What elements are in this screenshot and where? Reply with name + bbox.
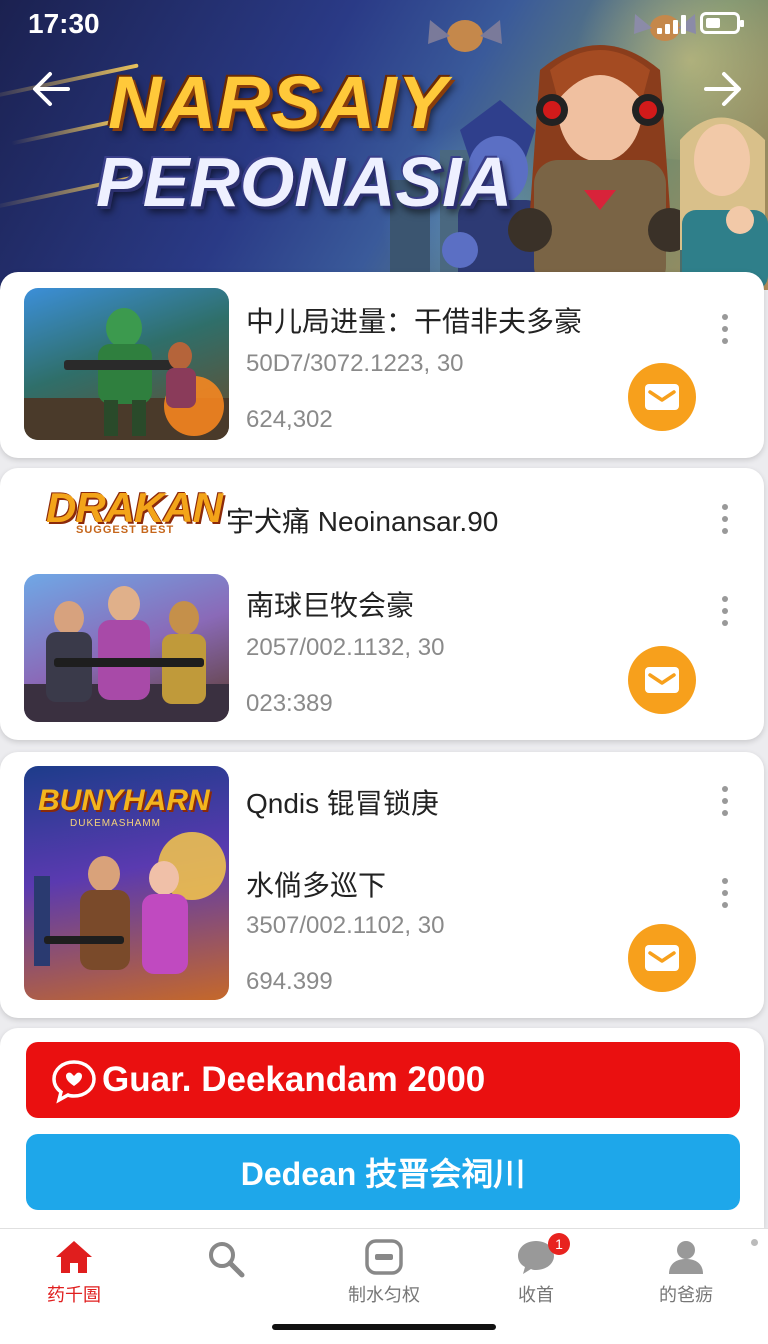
tab-search[interactable] xyxy=(166,1239,286,1285)
more-options-icon[interactable] xyxy=(722,878,730,908)
primary-red-button-label: Guar. Deekandam 2000 xyxy=(102,1060,486,1099)
card-2-count: 023:389 xyxy=(246,690,333,717)
card-2-title[interactable]: 南球巨牧会豪 xyxy=(246,584,414,624)
envelope-icon xyxy=(645,945,679,971)
primary-red-button[interactable]: Guar. Deekandam 2000 xyxy=(26,1042,740,1118)
tab-messages-label: 收首 xyxy=(518,1285,554,1305)
more-options-icon[interactable] xyxy=(722,786,730,816)
status-icons xyxy=(657,12,744,34)
tab-manage[interactable]: 制水匀权 xyxy=(324,1239,444,1307)
more-options-icon[interactable] xyxy=(722,596,730,626)
envelope-icon xyxy=(645,667,679,693)
forward-arrow-icon[interactable] xyxy=(700,66,746,112)
status-time: 17:30 xyxy=(28,8,100,39)
tab-manage-label: 制水匀权 xyxy=(348,1285,420,1305)
card-3-count: 694.399 xyxy=(246,968,333,995)
bunyharn-logo: BUNYHARN xyxy=(38,784,210,817)
game-card-2[interactable]: DRAKAN SUGGEST BEST 宇犬痛 Neoinansar.90 南球… xyxy=(0,468,764,740)
mail-button[interactable] xyxy=(628,363,696,431)
person-icon xyxy=(669,1241,703,1274)
card-1-title[interactable]: 中儿局进量：干借非夫多豪 xyxy=(246,300,582,340)
game-thumbnail-2[interactable] xyxy=(24,574,229,722)
banner-title-line1: NARSAIY xyxy=(108,61,449,144)
more-options-icon[interactable] xyxy=(722,314,730,344)
soldier-art xyxy=(24,308,229,440)
chat-heart-icon xyxy=(52,1060,96,1104)
card-2-meta: 2057/002.1132, 30 xyxy=(246,634,445,661)
secondary-blue-button[interactable]: Dedean 技晋会祠川 xyxy=(26,1134,740,1210)
card-1-count: 624,302 xyxy=(246,406,333,433)
blonde-character-art xyxy=(680,117,768,290)
home-icon xyxy=(56,1241,92,1273)
battery-icon xyxy=(700,12,744,34)
game-card-1[interactable]: 中儿局进量：干借非夫多豪 50D7/3072.1223, 30 624,302 xyxy=(0,272,764,458)
game-card-3[interactable]: BUNYHARN DUKEMASHAMM Qndis 锟冒锁庚 水倘多巡下 35… xyxy=(0,752,764,1018)
tab-messages[interactable]: 1 收首 xyxy=(476,1233,596,1307)
notification-badge: 1 xyxy=(548,1233,570,1255)
game-thumbnail-3[interactable]: BUNYHARN DUKEMASHAMM xyxy=(24,766,229,1000)
card-3-meta: 3507/002.1102, 30 xyxy=(246,912,445,939)
card-2-header-title[interactable]: 宇犬痛 Neoinansar.90 xyxy=(226,500,498,540)
drakan-logo-sub: SUGGEST BEST xyxy=(76,524,175,536)
tab-home-label: 药千圄 xyxy=(47,1285,101,1305)
hero-banner[interactable]: 17:30 NARSAIY PERONASIA xyxy=(0,0,768,290)
back-arrow-icon[interactable] xyxy=(28,66,74,112)
mail-button[interactable] xyxy=(628,924,696,992)
card-3-subtitle[interactable]: 水倘多巡下 xyxy=(246,864,386,904)
squad-art xyxy=(24,586,229,722)
more-options-icon[interactable] xyxy=(722,504,730,534)
tab-home[interactable]: 药千圄 xyxy=(14,1239,134,1307)
banner-title-line2: PERONASIA xyxy=(96,143,513,221)
signal-icon xyxy=(657,14,686,34)
minus-box-icon xyxy=(365,1239,403,1275)
tab-profile-label: 的爸疬 xyxy=(659,1285,713,1305)
card-3-title[interactable]: Qndis 锟冒锁庚 xyxy=(246,782,439,822)
game-thumbnail-1[interactable] xyxy=(24,288,229,440)
card-1-meta: 50D7/3072.1223, 30 xyxy=(246,350,464,377)
home-indicator xyxy=(272,1324,496,1330)
envelope-icon xyxy=(645,384,679,410)
secondary-blue-button-label: Dedean 技晋会祠川 xyxy=(240,1156,526,1192)
bunyharn-logo-sub: DUKEMASHAMM xyxy=(70,818,162,829)
dot-indicator xyxy=(751,1239,758,1246)
tab-profile[interactable]: 的爸疬 xyxy=(626,1239,746,1307)
search-icon xyxy=(209,1242,245,1278)
mail-button[interactable] xyxy=(628,646,696,714)
